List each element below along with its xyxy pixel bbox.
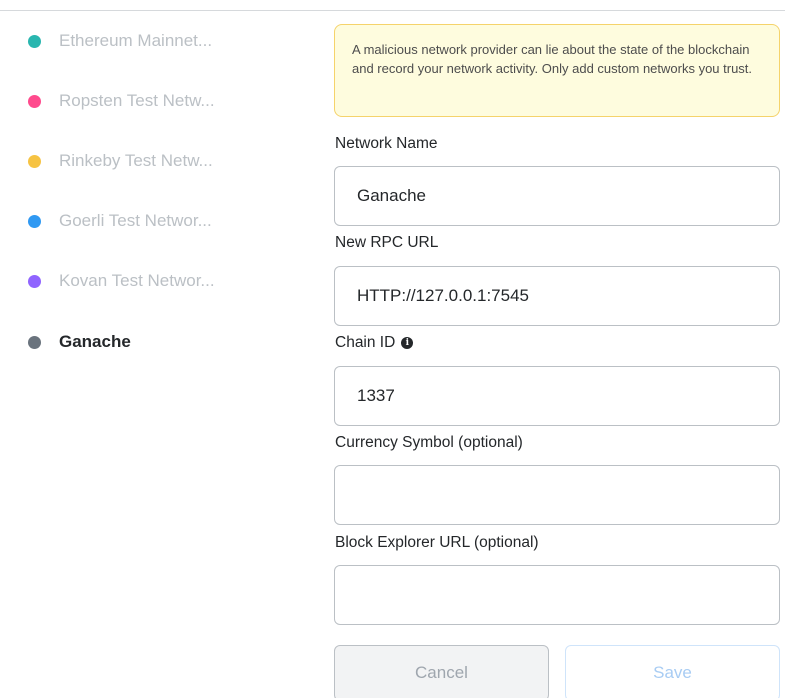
network-label: Kovan Test Networ... [59, 271, 215, 290]
cancel-button[interactable]: Cancel [334, 645, 549, 698]
rpc-url-label: New RPC URL [335, 234, 438, 252]
network-color-dot [28, 214, 41, 228]
save-button[interactable]: Save [565, 645, 780, 698]
network-label: Goerli Test Networ... [59, 211, 212, 230]
chain-id-label-text: Chain ID [335, 334, 396, 351]
rpc-url-input[interactable] [334, 266, 780, 326]
rpc-url-label-text: New RPC URL [335, 234, 439, 251]
network-item-ropsten[interactable]: Ropsten Test Netw... [28, 89, 215, 113]
network-color-dot [28, 274, 41, 288]
network-name-label: Network Name [335, 135, 438, 153]
network-name-label-text: Network Name [335, 135, 438, 152]
currency-symbol-label-text: Currency Symbol (optional) [335, 434, 523, 451]
network-item-kovan[interactable]: Kovan Test Networ... [28, 269, 215, 293]
top-divider [0, 10, 785, 11]
info-icon[interactable]: i [401, 337, 414, 349]
network-label: Ethereum Mainnet... [59, 31, 213, 50]
network-label: Ropsten Test Netw... [59, 91, 215, 110]
currency-symbol-label: Currency Symbol (optional) [335, 434, 523, 452]
warning-banner: A malicious network provider can lie abo… [334, 24, 780, 117]
network-item-goerli[interactable]: Goerli Test Networ... [28, 209, 212, 233]
block-explorer-label-text: Block Explorer URL (optional) [335, 534, 539, 551]
currency-symbol-input[interactable] [334, 465, 780, 525]
network-item-ethereum-mainnet[interactable]: Ethereum Mainnet... [28, 29, 212, 53]
block-explorer-label: Block Explorer URL (optional) [335, 534, 539, 552]
block-explorer-input[interactable] [334, 565, 780, 625]
network-item-rinkeby[interactable]: Rinkeby Test Netw... [28, 149, 213, 173]
network-item-ganache[interactable]: Ganache [28, 330, 131, 354]
network-settings-page: Ethereum Mainnet... Ropsten Test Netw...… [0, 0, 785, 698]
network-color-dot [28, 335, 41, 349]
network-label: Ganache [59, 332, 131, 351]
network-name-input[interactable] [334, 166, 780, 226]
network-color-dot [28, 94, 41, 108]
chain-id-input[interactable] [334, 366, 780, 426]
network-label: Rinkeby Test Netw... [59, 151, 213, 170]
chain-id-label: Chain ID i [335, 334, 414, 352]
network-color-dot [28, 34, 41, 48]
network-color-dot [28, 154, 41, 168]
